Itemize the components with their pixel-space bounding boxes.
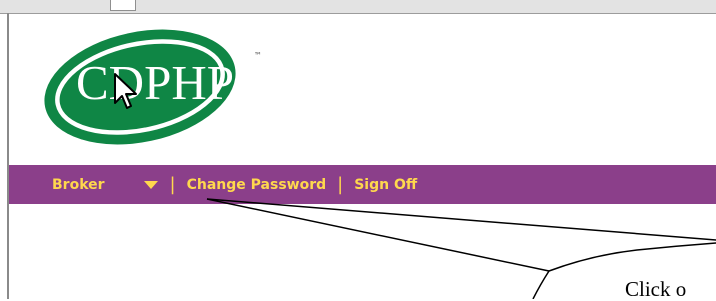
top-navigation: Broker | Change Password | Sign Off (9, 165, 716, 204)
nav-broker-link[interactable]: Broker (52, 178, 105, 192)
cdphp-logo-svg: CDPHP ™ (44, 29, 262, 145)
nav-separator: | (337, 173, 344, 195)
chevron-down-icon[interactable] (143, 180, 159, 190)
browser-top-strip (0, 0, 716, 14)
nav-separator: | (169, 173, 176, 195)
left-border (7, 13, 9, 299)
callout-text: Click o (625, 277, 687, 301)
nav-change-password-link[interactable]: Change Password (187, 178, 327, 192)
top-control-box (110, 0, 136, 11)
screenshot-frame: CDPHP ™ Broker | Change Password | Sign … (0, 0, 716, 301)
trademark-symbol: ™ (254, 51, 262, 60)
nav-sign-off-link[interactable]: Sign Off (354, 178, 417, 192)
logo-letters: CDPHP (76, 55, 234, 110)
mouse-pointer-icon (113, 72, 141, 110)
cdphp-logo[interactable]: CDPHP ™ (40, 27, 290, 145)
